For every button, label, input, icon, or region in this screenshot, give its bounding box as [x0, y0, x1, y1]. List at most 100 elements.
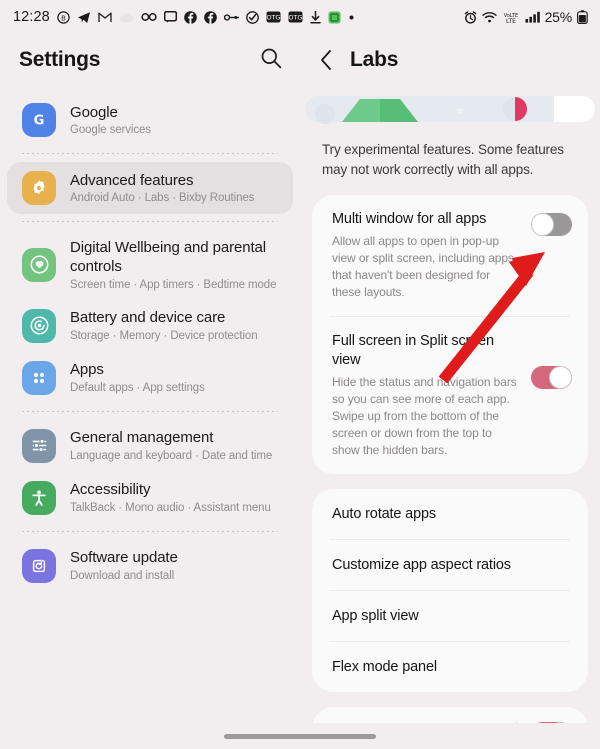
message-icon [163, 11, 177, 23]
battery-percent-label: 25% [544, 9, 573, 25]
sidebar-item-sub: Default apps · App settings [70, 381, 205, 394]
sidebar-item-software-update[interactable]: Software update Download and install [7, 540, 293, 592]
row-multi-window-for-all-apps[interactable]: Multi window for all apps Allow all apps… [312, 195, 588, 316]
advanced-features-icon [22, 171, 56, 205]
link-icon [223, 13, 239, 22]
sidebar-item-battery-device-care[interactable]: Battery and device care Storage · Memory… [7, 300, 293, 352]
row-description: Allow all apps to open in pop-up view or… [332, 234, 514, 300]
multi-window-toggle[interactable] [531, 213, 572, 237]
sidebar-item-sub: TalkBack · Mono audio · Assistant menu [70, 501, 271, 514]
google-icon: G [22, 103, 56, 137]
phone-screen: 12:28 B OTG OTG VoLTE LTE 25% Settings G… [0, 0, 600, 749]
navigation-bar [0, 723, 600, 749]
nav-item-app-split-view[interactable]: App split view [312, 591, 588, 641]
sidebar-item-label: General management [70, 429, 214, 447]
sidebar-item-label: Software update [70, 549, 178, 567]
row-description: Hide the status and navigation bars so y… [332, 375, 517, 458]
sidebar-text: General management Language and keyboard… [70, 429, 272, 462]
labs-title: Labs [350, 48, 399, 71]
status-bar-clock: 12:28 [13, 9, 50, 25]
toggle-knob [549, 721, 572, 723]
svg-text:G: G [34, 114, 45, 129]
settings-pane: Settings G Google Google services Advanc… [0, 34, 300, 723]
gmail-icon [98, 11, 112, 23]
svg-text:LTE: LTE [506, 18, 516, 24]
nav-item-customize-app-aspect-ratios[interactable]: Customize app aspect ratios [312, 540, 588, 590]
alarm-icon [464, 10, 477, 24]
sidebar-item-google[interactable]: G Google Google services [7, 94, 293, 146]
list-divider [22, 410, 278, 412]
status-bar: 12:28 B OTG OTG VoLTE LTE 25% [0, 0, 600, 34]
sidebar-item-digital-wellbeing[interactable]: Digital Wellbeing and parental controls … [7, 230, 293, 300]
sidebar-text: Accessibility TalkBack · Mono audio · As… [70, 481, 271, 514]
banner-svg [305, 96, 595, 124]
row-full-screen-in-split-screen-view[interactable]: Full screen in Split screen view Hide th… [312, 317, 588, 474]
back-chevron-icon[interactable] [319, 49, 334, 71]
digital-wellbeing-icon [22, 247, 56, 282]
status-bar-left: 12:28 B OTG OTG [13, 9, 355, 25]
infinity-icon [141, 12, 157, 22]
nav-card: Auto rotate apps Customize app aspect ra… [312, 489, 588, 693]
row-text: Full screen in Split screen view Hide th… [332, 332, 521, 459]
download-icon [310, 10, 321, 24]
row-title: Full screen in Split screen view [332, 333, 494, 369]
sidebar-item-label: Battery and device care [70, 309, 226, 327]
toggle-card: Multi window for all apps Allow all apps… [312, 195, 588, 475]
software-update-icon [22, 548, 56, 583]
row-title: Multi window for all apps [332, 211, 487, 228]
sidebar-item-accessibility[interactable]: Accessibility TalkBack · Mono audio · As… [7, 472, 293, 524]
search-icon[interactable] [260, 47, 282, 74]
pin-favorite-apps-toggle[interactable] [531, 721, 572, 723]
split-content: Settings G Google Google services Advanc… [0, 34, 600, 723]
sidebar-text: Software update Download and install [70, 549, 178, 582]
toggle-knob [531, 213, 554, 237]
row-pin-your-favorite-apps[interactable]: Pin your favorite apps [312, 707, 588, 723]
pin-card: Pin your favorite apps [312, 707, 588, 723]
sidebar-item-sub: Google services [70, 124, 151, 137]
wifi-icon [481, 11, 497, 23]
gesture-handle[interactable] [224, 733, 376, 739]
bixby-icon: B [57, 10, 70, 24]
sidebar-text: Digital Wellbeing and parental controls … [70, 239, 279, 291]
full-screen-split-toggle[interactable] [531, 366, 572, 390]
general-management-icon [22, 428, 56, 463]
labs-cards: Multi window for all apps Allow all apps… [300, 179, 600, 723]
sidebar-item-sub: Screen time · App timers · Bedtime mode [70, 278, 277, 291]
sidebar-item-general-management[interactable]: General management Language and keyboard… [7, 420, 293, 472]
nav-item-auto-rotate-apps[interactable]: Auto rotate apps [312, 489, 588, 539]
status-bar-right: VoLTE LTE 25% [464, 9, 588, 25]
sidebar-text: Advanced features Android Auto · Labs · … [70, 172, 254, 205]
toggle-knob [549, 366, 572, 390]
sidebar-item-advanced-features[interactable]: Advanced features Android Auto · Labs · … [7, 162, 293, 214]
vertical-divider [516, 721, 517, 723]
settings-list: G Google Google services Advanced featur… [0, 86, 300, 592]
dot-icon [348, 14, 355, 21]
labs-description: Try experimental features. Some features… [322, 142, 564, 177]
svg-text:OTG: OTG [266, 13, 280, 21]
list-divider [22, 530, 278, 532]
facebook-icon [183, 10, 197, 24]
weather-cloud-icon [119, 12, 134, 23]
settings-header: Settings [0, 34, 300, 86]
labs-banner-illustration [300, 94, 600, 124]
sidebar-item-label: Accessibility [70, 481, 151, 499]
battery-icon [577, 10, 588, 24]
apps-icon [22, 360, 56, 395]
list-divider [22, 221, 278, 222]
check-circle-icon [245, 10, 259, 24]
volte-icon: VoLTE LTE [502, 11, 520, 24]
nav-item-flex-mode-panel[interactable]: Flex mode panel [312, 642, 588, 692]
sidebar-item-sub: Download and install [70, 569, 175, 582]
sidebar-item-label: Apps [70, 361, 104, 379]
sidebar-item-label: Google [70, 103, 118, 121]
green-app-icon [328, 11, 341, 24]
sidebar-text: Apps Default apps · App settings [70, 361, 205, 394]
sidebar-item-apps[interactable]: Apps Default apps · App settings [7, 352, 293, 404]
sidebar-item-label: Digital Wellbeing and parental controls [70, 239, 267, 275]
sidebar-item-sub: Language and keyboard · Date and time [70, 449, 273, 462]
sidebar-item-label: Advanced features [70, 171, 194, 189]
labs-pane: Labs Try experimental features. Some fea… [300, 34, 600, 723]
svg-text:B: B [61, 14, 66, 22]
page-title: Settings [19, 48, 101, 71]
sidebar-item-sub: Android Auto · Labs · Bixby Routines [70, 192, 255, 205]
